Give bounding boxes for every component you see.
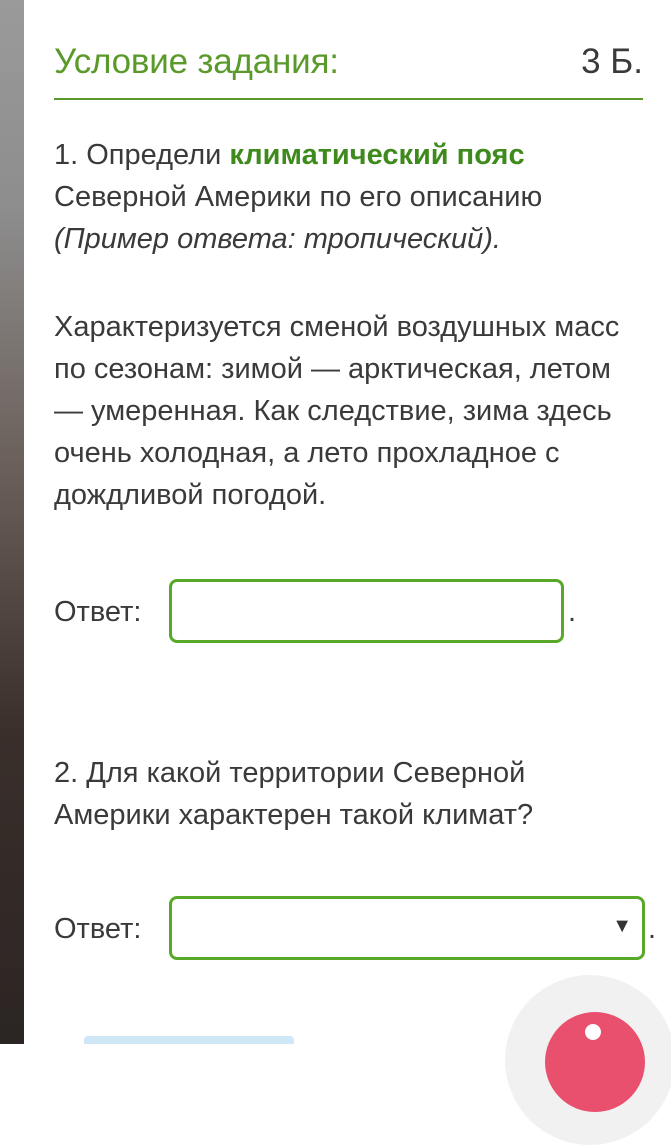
task-score: 3 Б. (581, 42, 643, 81)
task-card: Условие задания: 3 Б. 1. Определи климат… (24, 0, 671, 1044)
task-header: Условие задания: 3 Б. (54, 38, 643, 100)
chevron-down-icon: ▼ (612, 915, 632, 937)
answer-2-select[interactable]: ▼ (169, 896, 645, 960)
question-1-highlight: климатический пояс (229, 139, 525, 171)
answer-2-label: Ответ: (54, 913, 142, 945)
answer-2-period: . (648, 913, 657, 945)
question-1-prefix: 1. Определи (54, 139, 230, 171)
climate-description: Характеризуется сменой воздушных масс по… (54, 311, 620, 511)
answer-1-input[interactable] (169, 579, 564, 643)
question-2: 2. Для какой территории Северной Америки… (54, 757, 534, 831)
question-1-suffix: Северной Америки по его описанию (54, 181, 543, 213)
background-strip (0, 0, 24, 1044)
bottom-button-edge[interactable] (84, 1036, 294, 1044)
question-1: 1. Определи климатический пояс Северной … (54, 134, 644, 260)
task-title: Условие задания: (54, 42, 339, 81)
answer-1-label: Ответ: (54, 596, 142, 628)
answer-1-period: . (568, 596, 577, 628)
floating-action-button[interactable] (545, 1012, 645, 1112)
question-1-example: (Пример ответа: тропический). (54, 223, 501, 255)
fab-icon (585, 1024, 601, 1040)
